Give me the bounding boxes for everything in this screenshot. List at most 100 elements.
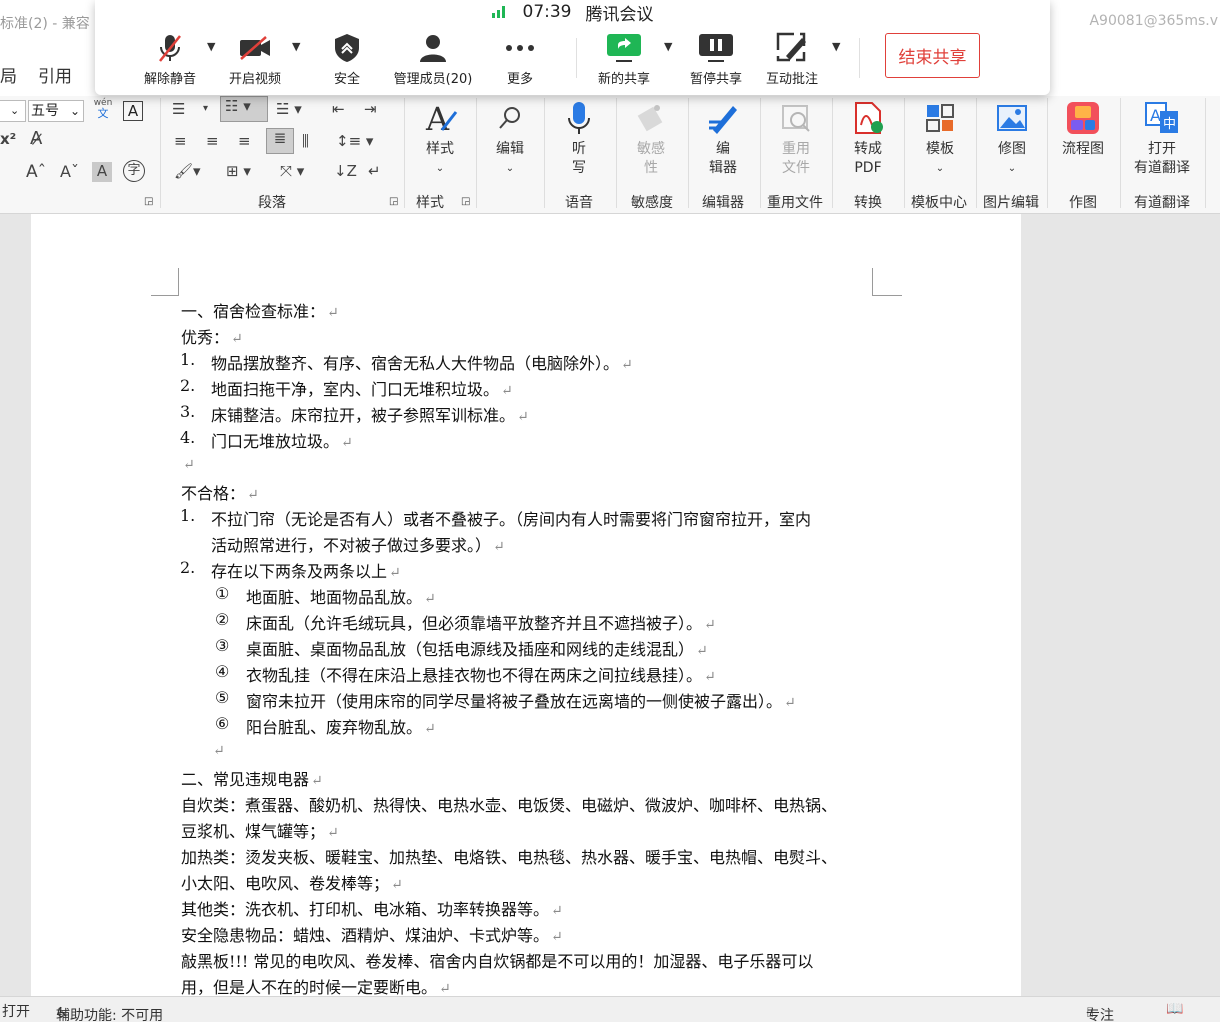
template-button[interactable]: 模板 ⌄ (916, 100, 964, 178)
numbering-icon[interactable]: ☷ ▾ (220, 96, 268, 122)
paragraph-mark: ↵ (501, 383, 513, 399)
reuse-files-button[interactable]: 重用 文件 (772, 100, 820, 178)
style-dialog-launcher-icon[interactable]: ◲ (461, 196, 470, 207)
section-title-1: 一、宿舍检查标准： ↵ (181, 298, 339, 322)
sub-text: 地面脏、地面物品乱放。 (246, 588, 423, 607)
manage-members-button[interactable]: 管理成员(20) (391, 32, 475, 87)
paragraph-line: 其他类：洗衣机、打印机、电冰箱、功率转换器等。 ↵ (181, 896, 563, 920)
paragraph-mark: ↵ (213, 743, 225, 759)
clear-format-icon[interactable]: A̷ (30, 128, 42, 149)
paragraph-mark: ↵ (551, 903, 563, 919)
document-page[interactable]: 一、宿舍检查标准： ↵ 优秀： ↵ 1. 物品摆放整齐、有序、宿舍无私人大件物品（电脑… (31, 214, 1021, 996)
chevron-down-icon[interactable]: ▼ (292, 40, 300, 53)
end-share-button[interactable]: 结束共享 (885, 33, 980, 78)
char-shading-icon[interactable]: A (92, 162, 112, 182)
unmute-button[interactable]: 解除静音 (141, 32, 199, 87)
list-item: 1. 不拉门帘（无论是否有人）或者不叠被子。（房间内有人时需要将门帘窗帘拉开，室内 (180, 506, 812, 530)
font-size-select[interactable]: 五号 ⌄ (28, 100, 84, 122)
security-label: 安全 (333, 72, 360, 87)
increase-indent-icon[interactable]: ⇥ (364, 100, 377, 118)
superscript-icon[interactable]: x² (0, 130, 16, 148)
youdao-translate-button[interactable]: A中 打开 有道翻译 (1126, 100, 1198, 178)
editor-label: 编 辑器 (709, 141, 737, 176)
align-left-icon[interactable]: ≡ (174, 132, 187, 150)
pause-share-button[interactable]: 暂停共享 (687, 32, 745, 87)
list-text: 不拉门帘（无论是否有人）或者不叠被子。（房间内有人时需要将门帘窗帘拉开，室内 (211, 510, 812, 529)
list-number: 2. (180, 376, 196, 395)
paragraph-line: 敲黑板!!! 常见的电吹风、卷发棒、宿舍内自炊锅都是不可以用的！加湿器、电子乐器… (181, 948, 813, 972)
list-text: 门口无堆放垃圾。 (211, 432, 340, 451)
text: 一、宿舍检查标准： (181, 302, 326, 321)
translate-icon: A中 (1144, 100, 1180, 136)
shading-icon[interactable]: 🖌▾ (174, 162, 201, 180)
manage-members-label: 管理成员(20) (393, 72, 473, 87)
text-direction-icon[interactable]: ⤧ ▾ (280, 162, 304, 180)
multilevel-list-icon[interactable]: ☱ ▾ (276, 100, 302, 118)
paragraph-line: 加热类：烫发夹板、暖鞋宝、加热垫、电烙铁、电热毯、热水器、暖手宝、电热帽、电熨斗… (181, 844, 837, 868)
sub-text: 床面乱（允许毛绒玩具，但必须靠墙平放整齐并且不遮挡被子）。 (246, 614, 703, 633)
edit-button[interactable]: 编辑 ⌄ (488, 100, 532, 178)
camera-off-icon (238, 32, 272, 64)
justify-icon[interactable]: ≣ (266, 128, 294, 154)
distributed-icon[interactable]: ⫼ (302, 132, 309, 150)
tab-references[interactable]: 引用 (38, 62, 72, 87)
sub-list-item: ② 床面乱（允许毛绒玩具，但必须靠墙平放整齐并且不遮挡被子）。 ↵ (181, 610, 716, 634)
align-center-icon[interactable]: ≡ (206, 132, 219, 150)
chevron-down-icon[interactable]: ▼ (207, 40, 215, 53)
align-right-icon[interactable]: ≡ (238, 132, 251, 150)
paragraph-mark: ↵ (704, 669, 716, 685)
sub-text: 桌面脏、桌面物品乱放（包括电源线及插座和网线的走线混乱） (246, 640, 695, 659)
ribbon: ⌄ 五号 ⌄ wén 文 A x² A̷ Aˆ Aˇ A 字 ◲ ☰ ▾ ☷ ▾… (0, 96, 1220, 214)
line-spacing-icon[interactable]: ↕≡ ▾ (336, 132, 373, 150)
group-label-editor: 编辑器 (702, 195, 744, 211)
network-signal-icon (491, 6, 505, 18)
flowchart-button[interactable]: 流程图 (1058, 100, 1108, 159)
security-button[interactable]: 安全 (329, 32, 365, 87)
shrink-font-icon[interactable]: Aˇ (60, 162, 79, 181)
font-dialog-launcher-icon[interactable]: ◲ (144, 196, 153, 207)
grow-font-icon[interactable]: Aˆ (26, 162, 46, 182)
chevron-down-icon[interactable]: ▾ (203, 103, 208, 114)
shield-icon (334, 32, 360, 64)
show-marks-icon[interactable]: ↵ (368, 162, 381, 180)
sort-icon[interactable]: ↓Z (334, 162, 357, 180)
styles-button[interactable]: A 样式 ⌄ (416, 100, 464, 178)
meeting-app-name: 腾讯会议 (585, 4, 654, 25)
bullets-icon[interactable]: ☰ (172, 100, 185, 118)
list-item: 2. 地面扫拖干净，室内、门口无堆积垃圾。 ↵ (180, 376, 513, 400)
tab-layout[interactable]: 局 (0, 62, 17, 87)
convert-pdf-button[interactable]: 转成 PDF (844, 100, 892, 178)
paragraph-mark: ↵ (231, 331, 243, 347)
pdf-icon (850, 100, 886, 136)
paragraph-line: 用，但是人不在的时候一定要断电。 ↵ (181, 974, 451, 996)
font-name-select[interactable]: ⌄ (0, 100, 26, 122)
decrease-indent-icon[interactable]: ⇤ (332, 100, 345, 118)
group-label-draw: 作图 (1069, 195, 1097, 211)
more-button[interactable]: 更多 (503, 32, 537, 87)
sensitivity-button[interactable]: 敏感 性 (628, 100, 674, 178)
list-item: 2. 存在以下两条及两条以上 ↵ (180, 558, 401, 582)
editor-button[interactable]: 编 辑器 (700, 100, 746, 178)
list-text: 存在以下两条及两条以上 (211, 562, 388, 581)
more-dots-icon (505, 32, 535, 64)
start-video-button[interactable]: 开启视频 (225, 32, 285, 87)
sub-number: ③ (215, 636, 230, 655)
phonetic-guide-button[interactable]: wén 文 (92, 98, 114, 120)
new-share-button[interactable]: 新的共享 (595, 32, 653, 87)
chevron-down-icon[interactable]: ▼ (832, 40, 840, 53)
dictate-button[interactable]: 听 写 (558, 100, 600, 178)
retouch-button[interactable]: 修图 ⌄ (988, 100, 1036, 178)
read-mode-icon[interactable]: 📖 (1166, 1001, 1183, 1017)
paragraph-line: 小太阳、电吹风、卷发棒等； ↵ (181, 870, 403, 894)
account-name[interactable]: A90081@365ms.v (1089, 13, 1218, 29)
meeting-time: 07:39 (522, 2, 572, 22)
enclose-char-icon[interactable]: 字 (123, 160, 145, 182)
annotate-button[interactable]: 互动批注 (763, 32, 821, 87)
document-canvas[interactable]: 一、宿舍检查标准： ↵ 优秀： ↵ 1. 物品摆放整齐、有序、宿舍无私人大件物品（电脑… (0, 214, 1220, 996)
start-video-label: 开启视频 (228, 72, 281, 87)
borders-icon[interactable]: ⊞ ▾ (226, 162, 251, 180)
sub-text: 衣物乱挂（不得在床沿上悬挂衣物也不得在两床之间拉线悬挂）。 (246, 666, 703, 685)
char-border-button[interactable]: A (123, 101, 143, 121)
paragraph-dialog-launcher-icon[interactable]: ◲ (389, 196, 398, 207)
chevron-down-icon[interactable]: ▼ (664, 40, 672, 53)
